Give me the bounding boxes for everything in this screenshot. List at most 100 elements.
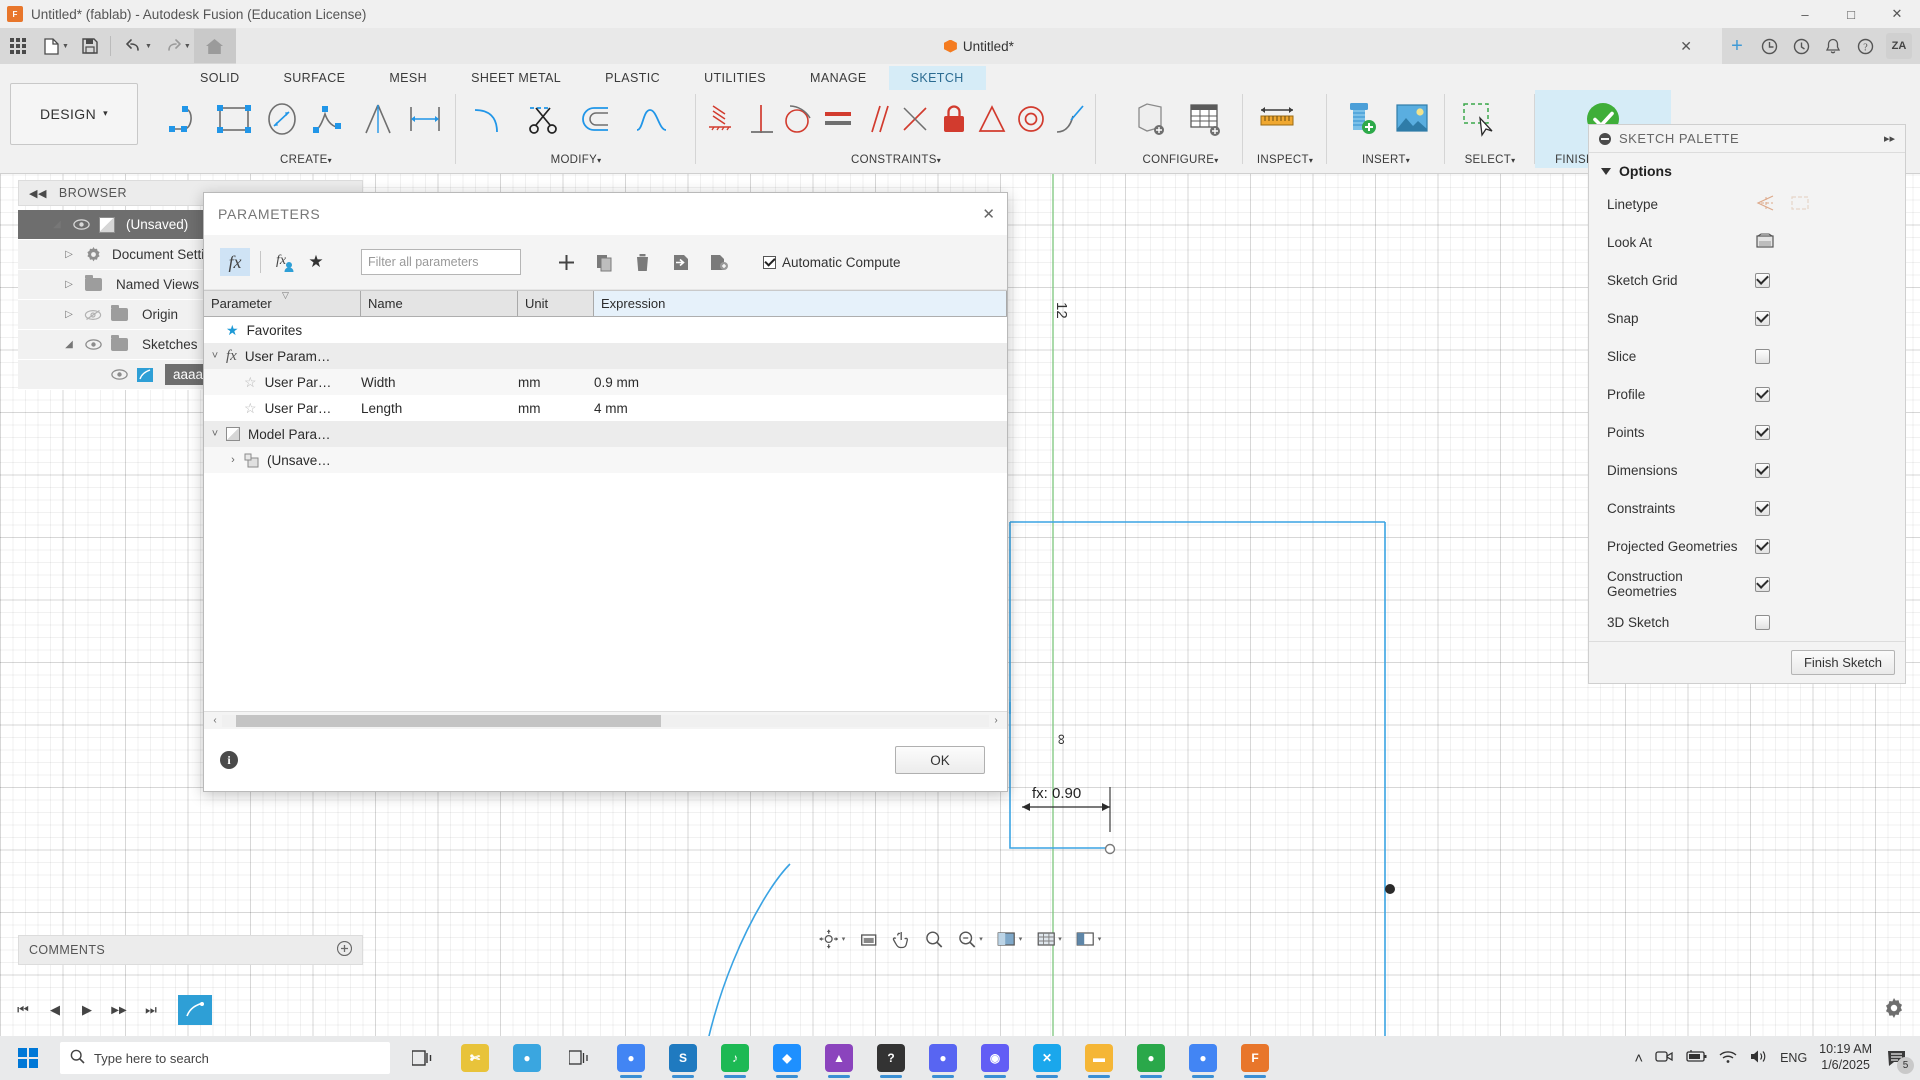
- look-at-icon[interactable]: [853, 924, 883, 954]
- task-view-icon[interactable]: [400, 1036, 446, 1080]
- row-name-value[interactable]: Width: [361, 375, 518, 390]
- column-header-expression[interactable]: Expression: [594, 291, 1007, 316]
- import-icon[interactable]: [663, 248, 697, 276]
- taskbar-search-box[interactable]: Type here to search: [60, 1042, 390, 1074]
- volume-icon[interactable]: [1749, 1049, 1768, 1067]
- row-name-value[interactable]: Length: [361, 401, 518, 416]
- snap-checkbox[interactable]: [1755, 310, 1770, 326]
- maximize-button[interactable]: □: [1828, 0, 1874, 28]
- notification-center-icon[interactable]: 5: [1884, 1045, 1914, 1074]
- filter-parameters-input[interactable]: [361, 249, 521, 275]
- parallel-constraint-icon[interactable]: [858, 92, 895, 146]
- trim-scissors-icon[interactable]: [518, 92, 570, 146]
- expander-icon[interactable]: ▷: [58, 249, 80, 260]
- panel-inspect-label[interactable]: INSPECT▾: [1249, 154, 1321, 168]
- rectangle-tool-icon[interactable]: [212, 92, 258, 146]
- collapse-icon[interactable]: [1599, 132, 1611, 145]
- taskbar-app-water-drop[interactable]: ●: [504, 1036, 550, 1080]
- tab-sheet-metal[interactable]: SHEET METAL: [449, 66, 583, 90]
- parameters-dialog-close-icon[interactable]: ✕: [982, 205, 995, 223]
- taskbar-app-question[interactable]: ?: [868, 1036, 914, 1080]
- tray-chevron-icon[interactable]: ˄: [1634, 1050, 1643, 1067]
- timeline-settings-gear-icon[interactable]: [1884, 997, 1904, 1023]
- table-row-length[interactable]: ☆ User Par… Length mm 4 mm: [204, 395, 1007, 421]
- tab-sketch[interactable]: SKETCH: [888, 66, 986, 90]
- tangent-constraint-icon[interactable]: [781, 92, 818, 146]
- language-indicator[interactable]: ENG: [1780, 1051, 1807, 1065]
- look-at-icon[interactable]: [1755, 232, 1775, 253]
- new-document-caret[interactable]: ▼: [62, 43, 69, 50]
- automatic-compute-checkbox[interactable]: [763, 255, 776, 269]
- panel-configure-label[interactable]: CONFIGURE▾: [1124, 154, 1237, 168]
- profile-checkbox[interactable]: [1755, 386, 1770, 402]
- scroll-thumb[interactable]: [236, 714, 661, 727]
- equal-constraint-icon[interactable]: [820, 92, 857, 146]
- select-window-icon[interactable]: [1453, 92, 1505, 146]
- pan-icon[interactable]: [885, 924, 916, 954]
- info-icon[interactable]: i: [220, 751, 238, 769]
- help-icon[interactable]: ?: [1850, 32, 1880, 60]
- construction-geometries-checkbox[interactable]: [1755, 576, 1770, 592]
- panel-create-label[interactable]: CREATE▾: [162, 154, 450, 168]
- workspace-switcher-inner[interactable]: DESIGN ▾: [10, 82, 138, 145]
- camera-icon[interactable]: [1655, 1049, 1673, 1067]
- taskbar-app-loom[interactable]: ◉: [972, 1036, 1018, 1080]
- redo-caret[interactable]: ▼: [184, 43, 191, 50]
- tab-plastic[interactable]: PLASTIC: [583, 66, 682, 90]
- column-header-unit[interactable]: Unit: [518, 291, 594, 316]
- battery-icon[interactable]: [1685, 1050, 1707, 1066]
- offset-tool-icon[interactable]: [572, 92, 624, 146]
- taskbar-app-fusion[interactable]: F: [1232, 1036, 1278, 1080]
- column-header-name[interactable]: Name: [361, 291, 518, 316]
- circle-tool-icon[interactable]: [259, 92, 305, 146]
- timeline-next-icon[interactable]: ▶▶: [104, 995, 134, 1025]
- comments-panel[interactable]: COMMENTS: [18, 935, 363, 965]
- automatic-compute-option[interactable]: Automatic Compute: [763, 255, 901, 270]
- timeline-sketch-node[interactable]: [178, 995, 212, 1025]
- close-button[interactable]: ✕: [1874, 0, 1920, 28]
- row-unit-value[interactable]: mm: [518, 401, 594, 416]
- taskbar-app-brave[interactable]: ▲: [816, 1036, 862, 1080]
- display-settings-icon[interactable]: ▾: [991, 924, 1029, 954]
- grid-icon[interactable]: [3, 32, 33, 60]
- expander-icon[interactable]: ˅: [204, 350, 226, 362]
- clock[interactable]: 10:19 AM 1/6/2025: [1819, 1042, 1872, 1073]
- insert-canvas-image-icon[interactable]: [1387, 92, 1437, 146]
- insert-mcmaster-bolt-icon[interactable]: [1335, 92, 1385, 146]
- recents-icon[interactable]: [1786, 32, 1816, 60]
- expander-icon[interactable]: ◢: [46, 219, 68, 230]
- table-row-unsaved-component[interactable]: › (Unsave…: [204, 447, 1007, 473]
- parameters-horizontal-scrollbar[interactable]: ‹ ›: [204, 711, 1007, 729]
- expander-icon[interactable]: ▷: [58, 279, 80, 290]
- document-tab-close-icon[interactable]: ✕: [1680, 38, 1692, 55]
- star-outline-icon[interactable]: ☆: [244, 374, 257, 391]
- trash-icon[interactable]: [625, 248, 659, 276]
- ground-constraint-icon[interactable]: [704, 92, 741, 146]
- taskbar-app-onshape[interactable]: S: [660, 1036, 706, 1080]
- taskbar-app-spotify[interactable]: ♪: [712, 1036, 758, 1080]
- panel-constraints-label[interactable]: CONSTRAINTS▾: [702, 154, 1090, 168]
- tab-mesh[interactable]: MESH: [367, 66, 449, 90]
- panel-select-label[interactable]: SELECT▾: [1451, 154, 1529, 168]
- visibility-eye-icon[interactable]: [68, 219, 94, 230]
- sketch-palette-options-section[interactable]: Options: [1589, 153, 1905, 185]
- timeline-last-icon[interactable]: ⏭: [136, 995, 166, 1025]
- orbit-icon[interactable]: ▾: [813, 924, 852, 954]
- coincident-constraint-icon[interactable]: [897, 92, 934, 146]
- scroll-right-arrow-icon[interactable]: ›: [989, 715, 1003, 726]
- minimize-button[interactable]: –: [1782, 0, 1828, 28]
- tab-solid[interactable]: SOLID: [178, 66, 262, 90]
- chevron-down-icon[interactable]: [1601, 167, 1611, 175]
- panel-insert-label[interactable]: INSERT▾: [1333, 154, 1439, 168]
- table-row-user-parameters[interactable]: ˅ fx User Param…: [204, 343, 1007, 369]
- panel-modify-label[interactable]: MODIFY▾: [462, 154, 690, 168]
- dimension-tool-icon[interactable]: [402, 92, 448, 146]
- configure-table-icon[interactable]: [1180, 92, 1232, 146]
- orbit-caret-icon[interactable]: ▾: [842, 935, 846, 943]
- tab-manage[interactable]: MANAGE: [788, 66, 889, 90]
- zoom-icon[interactable]: [918, 924, 949, 954]
- perpendicular-constraint-icon[interactable]: [743, 92, 780, 146]
- favorite-star-icon[interactable]: ★: [301, 248, 331, 276]
- midpoint-constraint-icon[interactable]: [974, 92, 1011, 146]
- viewports-caret-icon[interactable]: ▾: [1098, 935, 1102, 943]
